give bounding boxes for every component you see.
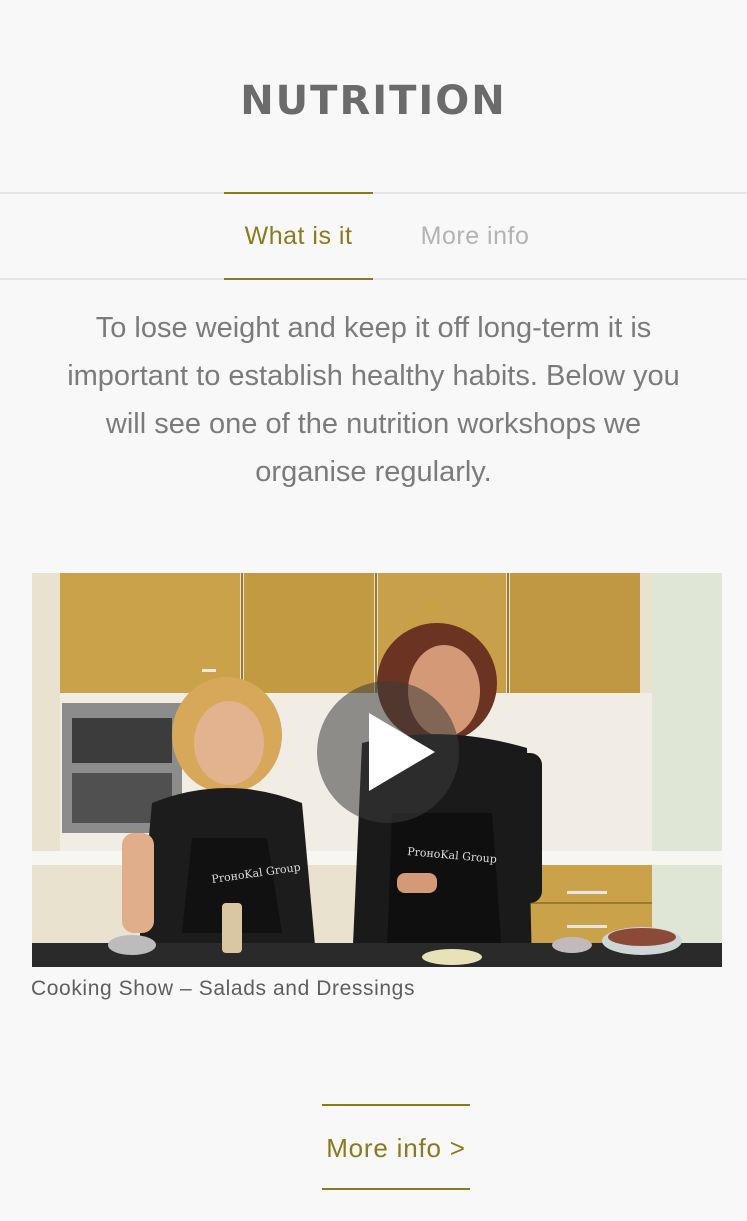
video-player[interactable]: ProноKal Group ProноKal Group [32, 573, 722, 967]
more-info-button[interactable]: More info > [322, 1104, 470, 1190]
tab-bar: What is it More info [0, 192, 747, 280]
play-button[interactable] [317, 681, 459, 823]
tab-more-info[interactable]: More info [400, 192, 550, 280]
tab-what-is-it[interactable]: What is it [224, 192, 373, 280]
intro-text: To lose weight and keep it off long-term… [67, 312, 680, 488]
page-title: NUTRITION [240, 78, 507, 124]
video-caption: Cooking Show – Salads and Dressings [31, 977, 416, 1000]
play-icon [369, 713, 435, 791]
